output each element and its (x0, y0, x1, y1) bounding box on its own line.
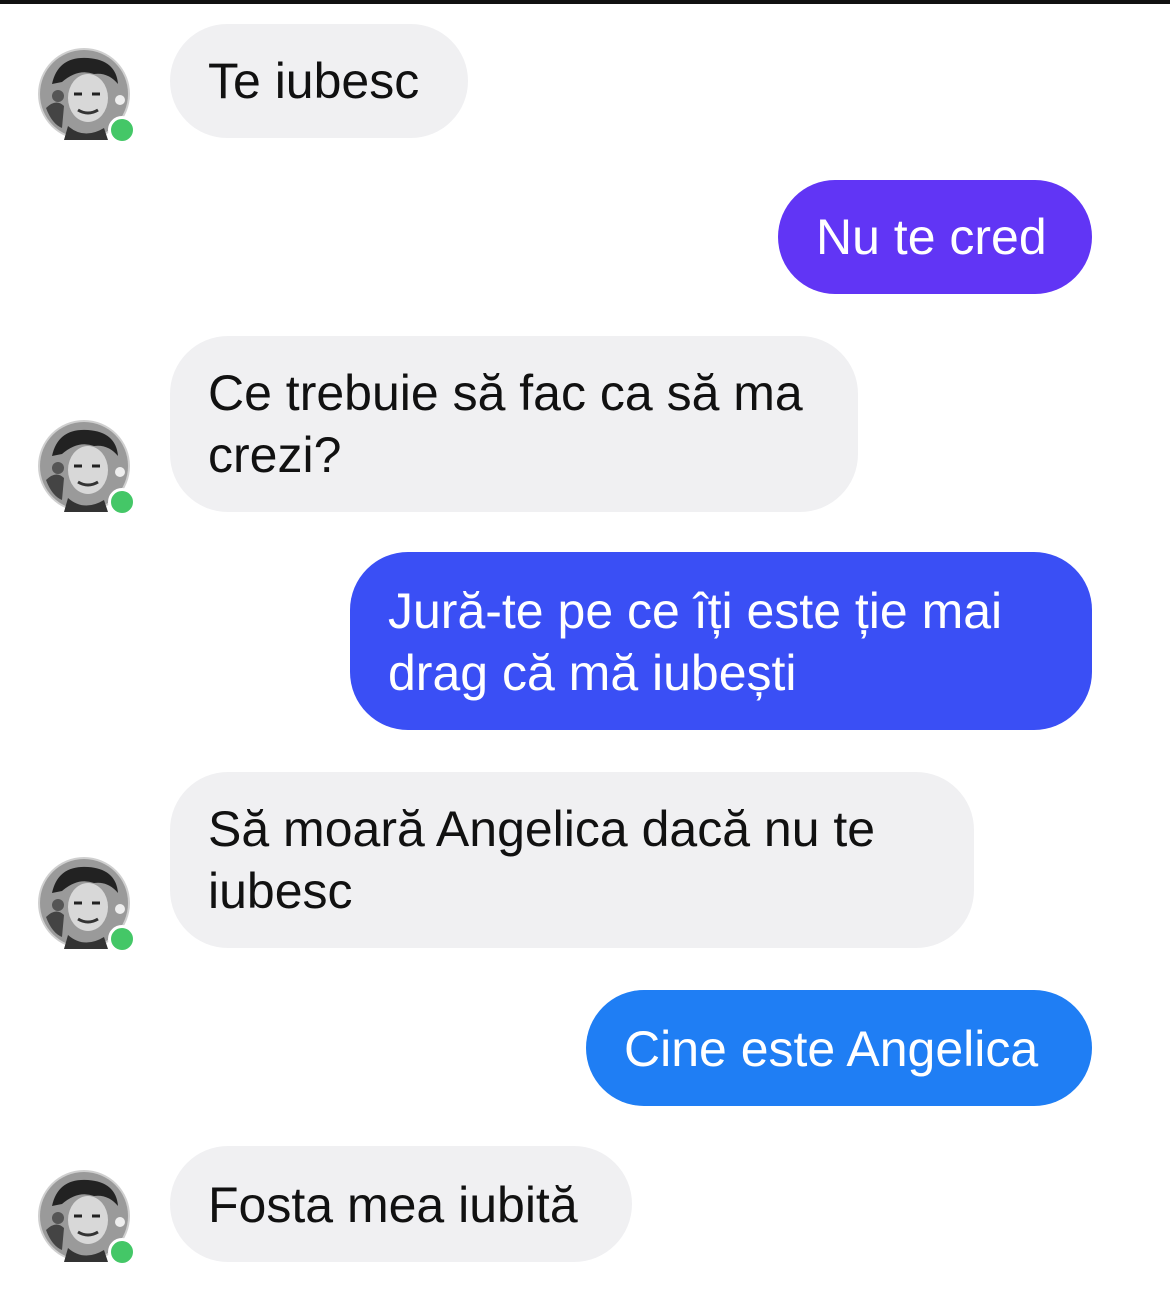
message-bubble-incoming[interactable]: Te iubesc (170, 24, 468, 138)
contact-avatar[interactable] (38, 420, 136, 516)
contact-avatar[interactable] (38, 48, 136, 144)
message-bubble-incoming[interactable]: Fosta mea iubită (170, 1146, 632, 1262)
message-text: Să moară Angelica dacă nu te iubesc (208, 801, 876, 919)
online-status-indicator (108, 925, 136, 953)
contact-avatar[interactable] (38, 1170, 136, 1266)
message-text: Fosta mea iubită (208, 1177, 578, 1233)
message-bubble-outgoing[interactable]: Jură-te pe ce îți este ție mai drag că m… (350, 552, 1092, 730)
message-bubble-outgoing[interactable]: Cine este Angelica (586, 990, 1092, 1106)
message-text: Nu te cred (816, 209, 1047, 265)
message-text: Ce trebuie să fac ca să ma crezi? (208, 365, 803, 483)
message-bubble-incoming[interactable]: Să moară Angelica dacă nu te iubesc (170, 772, 974, 948)
online-status-indicator (108, 1238, 136, 1266)
message-bubble-incoming[interactable]: Ce trebuie să fac ca să ma crezi? (170, 336, 858, 512)
online-status-indicator (108, 116, 136, 144)
contact-avatar[interactable] (38, 857, 136, 953)
top-divider (0, 0, 1170, 4)
message-text: Cine este Angelica (624, 1021, 1039, 1077)
online-status-indicator (108, 488, 136, 516)
message-text: Te iubesc (208, 53, 420, 109)
message-bubble-outgoing[interactable]: Nu te cred (778, 180, 1092, 294)
message-text: Jură-te pe ce îți este ție mai drag că m… (388, 583, 1003, 701)
